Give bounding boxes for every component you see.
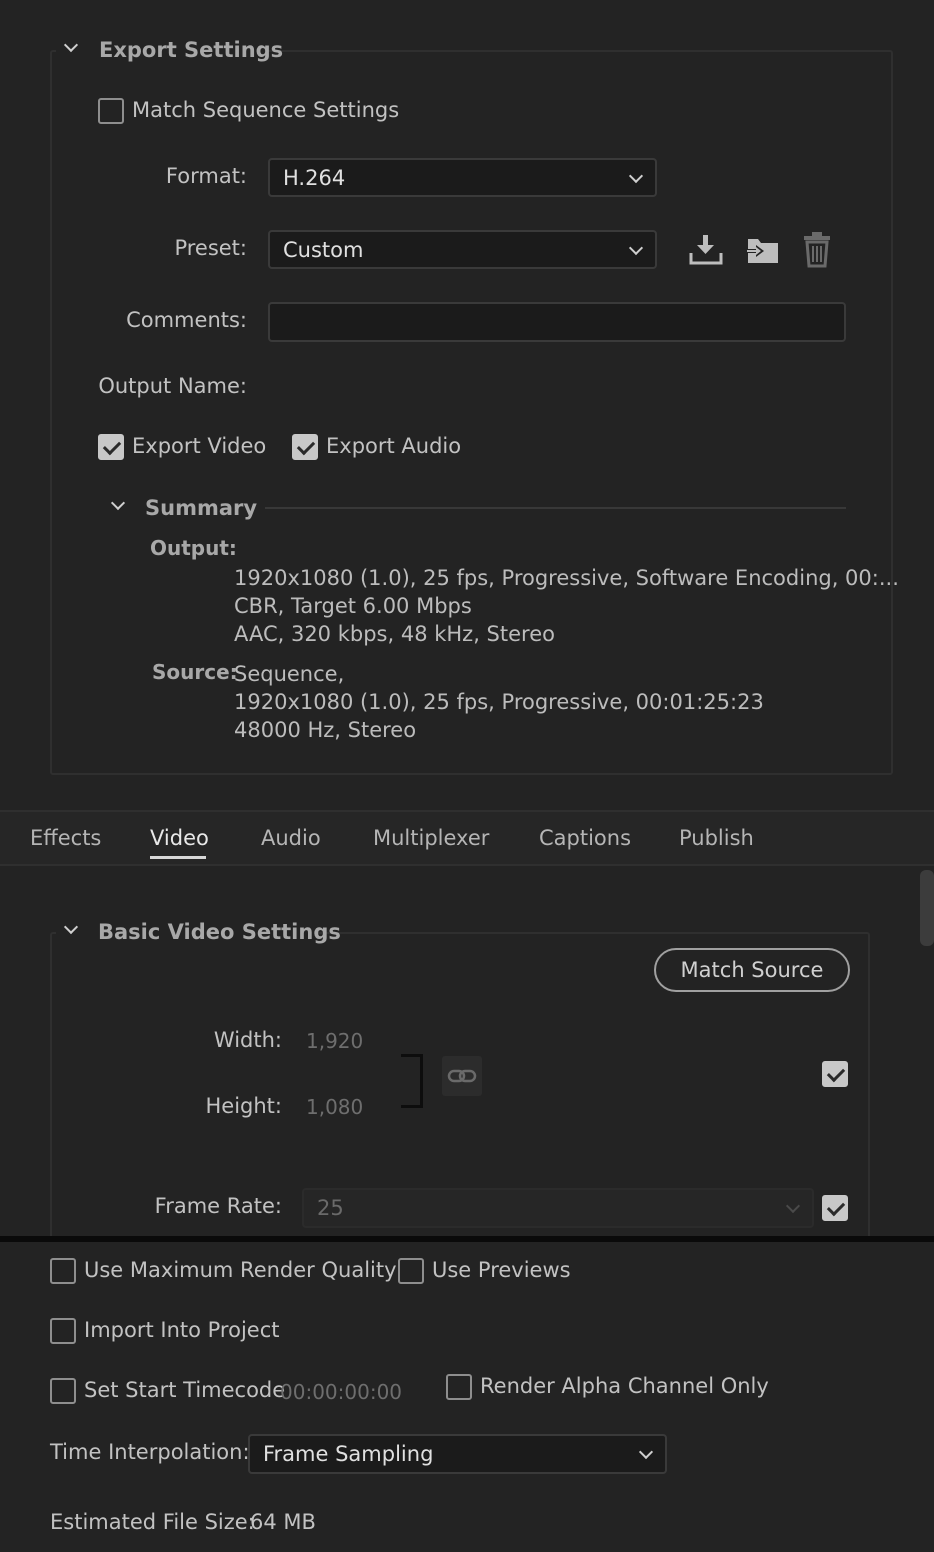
preset-label: Preset: xyxy=(174,236,247,260)
set-start-timecode-checkbox[interactable] xyxy=(50,1378,76,1404)
summary-source-line: 48000 Hz, Stereo xyxy=(234,718,417,742)
tab-captions[interactable]: Captions xyxy=(539,826,631,850)
dimensions-override-checkbox[interactable] xyxy=(822,1061,848,1087)
time-interpolation-label: Time Interpolation: xyxy=(50,1440,250,1464)
trash-icon[interactable] xyxy=(802,232,832,268)
tab-audio[interactable]: Audio xyxy=(261,826,321,850)
format-value: H.264 xyxy=(283,165,346,190)
match-source-button[interactable]: Match Source xyxy=(654,948,850,992)
link-bracket xyxy=(401,1054,423,1108)
chevron-down-icon xyxy=(785,1198,801,1214)
frame-rate-override-checkbox[interactable] xyxy=(822,1195,848,1221)
use-previews-label: Use Previews xyxy=(432,1258,571,1282)
height-value[interactable]: 1,080 xyxy=(306,1095,363,1119)
height-label: Height: xyxy=(205,1094,283,1118)
chevron-down-icon xyxy=(628,240,644,256)
time-interpolation-dropdown[interactable]: Frame Sampling xyxy=(248,1434,667,1474)
frame-rate-dropdown[interactable]: 25 xyxy=(302,1188,814,1228)
export-video-checkbox[interactable] xyxy=(98,434,124,460)
summary-output-label: Output: xyxy=(150,536,237,560)
chevron-down-icon xyxy=(638,1444,654,1460)
match-sequence-label: Match Sequence Settings xyxy=(132,98,400,122)
preset-dropdown[interactable]: Custom xyxy=(268,230,657,269)
tab-effects[interactable]: Effects xyxy=(30,826,101,850)
estimated-file-size-label: Estimated File Size: xyxy=(50,1510,255,1534)
tab-video[interactable]: Video xyxy=(150,826,209,850)
render-alpha-label: Render Alpha Channel Only xyxy=(480,1374,769,1398)
summary-source-line: Sequence, xyxy=(234,662,345,686)
import-preset-icon[interactable] xyxy=(744,233,780,267)
link-icon xyxy=(447,1069,477,1083)
save-preset-icon[interactable] xyxy=(688,233,724,265)
export-audio-label: Export Audio xyxy=(326,434,462,458)
export-settings-title: Export Settings xyxy=(99,38,284,62)
tab-multiplexer[interactable]: Multiplexer xyxy=(373,826,489,850)
start-timecode-value[interactable]: 00:00:00:00 xyxy=(280,1380,402,1404)
use-previews-checkbox[interactable] xyxy=(398,1258,424,1284)
summary-output-line: AAC, 320 kbps, 48 kHz, Stereo xyxy=(234,622,555,646)
width-value[interactable]: 1,920 xyxy=(306,1029,363,1053)
summary-title: Summary xyxy=(145,496,258,520)
import-into-project-label: Import Into Project xyxy=(84,1318,280,1342)
frame-rate-value: 25 xyxy=(317,1196,344,1220)
format-label: Format: xyxy=(165,164,247,188)
summary-output-line: CBR, Target 6.00 Mbps xyxy=(234,594,472,618)
tab-publish[interactable]: Publish xyxy=(679,826,754,850)
summary-source-label: Source: xyxy=(152,660,238,684)
match-source-label: Match Source xyxy=(680,958,824,982)
max-render-quality-label: Use Maximum Render Quality xyxy=(84,1258,397,1282)
frame-rate-label: Frame Rate: xyxy=(154,1194,282,1218)
summary-output-line: 1920x1080 (1.0), 25 fps, Progressive, So… xyxy=(234,566,899,590)
estimated-file-size-value: 64 MB xyxy=(250,1510,316,1534)
preset-value: Custom xyxy=(283,237,364,262)
link-dimensions-button[interactable] xyxy=(442,1056,482,1096)
set-start-timecode-label: Set Start Timecode xyxy=(84,1378,286,1402)
scrollbar-thumb[interactable] xyxy=(920,870,934,946)
time-interpolation-value: Frame Sampling xyxy=(263,1442,434,1466)
summary-source-line: 1920x1080 (1.0), 25 fps, Progressive, 00… xyxy=(234,690,764,714)
import-into-project-checkbox[interactable] xyxy=(50,1318,76,1344)
render-alpha-checkbox[interactable] xyxy=(446,1374,472,1400)
format-dropdown[interactable]: H.264 xyxy=(268,158,657,197)
output-name-label: Output Name: xyxy=(98,374,247,398)
match-sequence-checkbox[interactable] xyxy=(98,98,124,124)
comments-input[interactable] xyxy=(268,302,846,342)
width-label: Width: xyxy=(213,1028,282,1052)
tab-video-underline xyxy=(150,856,206,859)
summary-divider xyxy=(265,507,846,509)
basic-video-title: Basic Video Settings xyxy=(98,920,341,944)
export-video-label: Export Video xyxy=(132,434,267,458)
max-render-quality-checkbox[interactable] xyxy=(50,1258,76,1284)
comments-label: Comments: xyxy=(126,308,247,332)
chevron-down-icon xyxy=(628,168,644,184)
export-audio-checkbox[interactable] xyxy=(292,434,318,460)
